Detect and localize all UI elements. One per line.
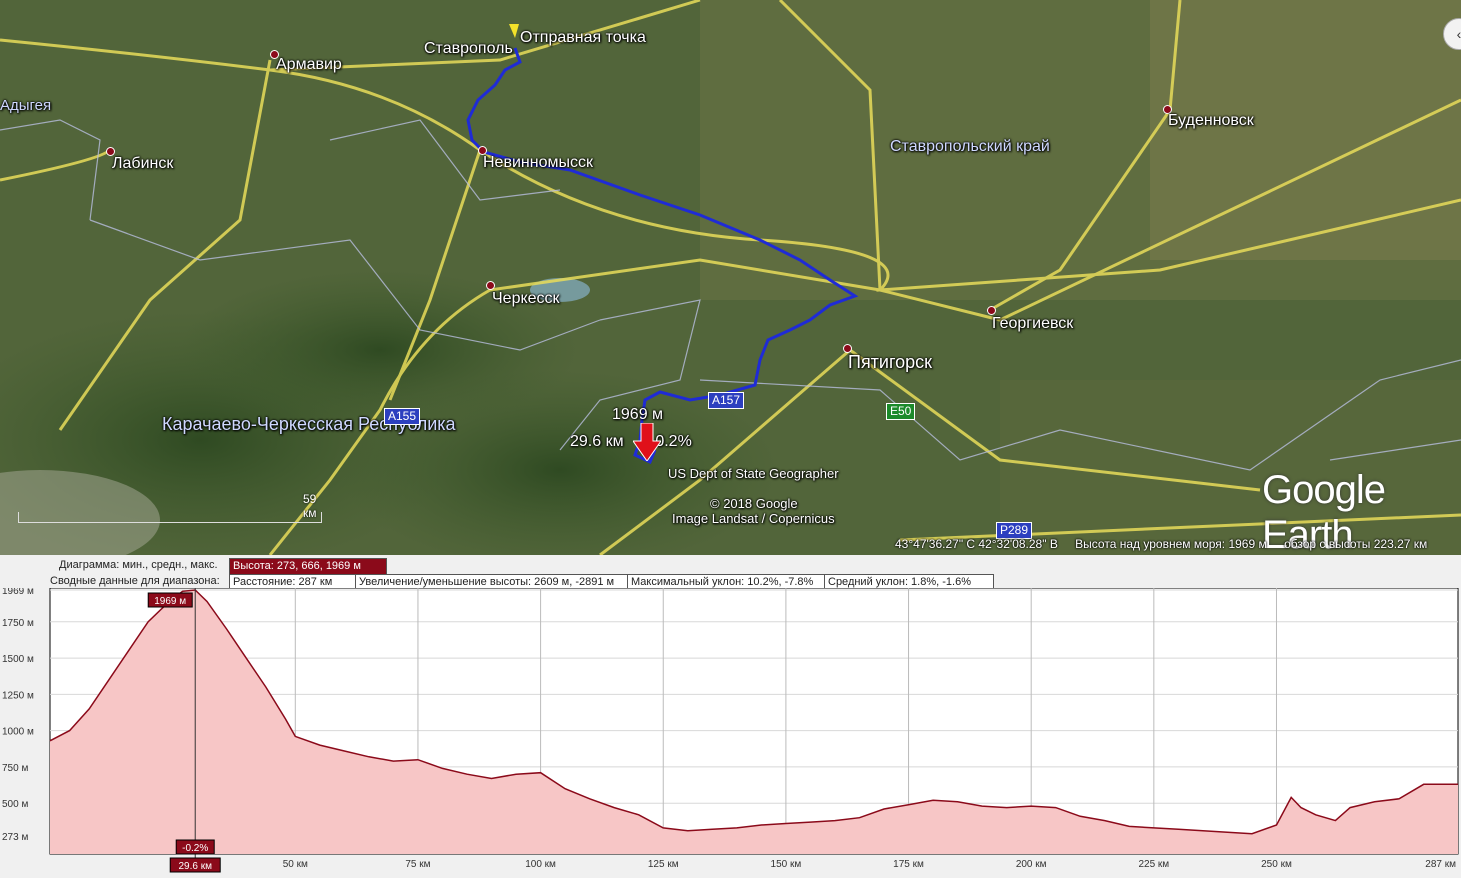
x-tick-label: 125 км [648, 859, 679, 870]
y-tick-label: 750 м [2, 763, 28, 774]
city-label: Невинномысск [483, 154, 593, 171]
svg-text:29.6 км: 29.6 км [178, 861, 212, 872]
cursor-distance-badge: 29.6 км [169, 857, 221, 873]
city-label: Пятигорск [848, 352, 933, 372]
svg-text:1969 м: 1969 м [154, 596, 186, 607]
city-label: Буденновск [1168, 112, 1254, 129]
x-tick-label: 100 км [525, 859, 556, 870]
city-marker[interactable] [987, 306, 996, 315]
cursor-distance-label: 29.6 км [570, 433, 624, 450]
road-shield: A157 [708, 392, 745, 409]
range-label: Сводные данные для диапазона: [50, 575, 220, 587]
cursor-arrow-icon [633, 423, 661, 461]
x-tick-label: 200 км [1016, 859, 1047, 870]
y-tick-label: 1969 м [2, 588, 34, 597]
cursor-slope-badge: -0.2% [175, 839, 215, 855]
y-tick-label: 500 м [2, 799, 28, 810]
y-tick-label: 273 м [2, 832, 28, 843]
x-tick-label: 150 км [771, 859, 802, 870]
elevation-chart[interactable]: 273 м 500 м 750 м 1000 м 1250 м 1500 м 1750 м 1… [0, 588, 1461, 878]
cursor-elevation-label: 1969 м [612, 406, 664, 423]
elevation-stats[interactable]: Высота: 273, 666, 1969 м [229, 558, 387, 575]
y-tick-label: 1250 м [2, 690, 34, 701]
city-label: Георгиевск [992, 315, 1074, 332]
city-label: Черкесск [492, 290, 560, 307]
coordinates-readout: 43°47'36.27" С 42°32'08.28" В [895, 537, 1058, 551]
x-tick-label: 250 км [1261, 859, 1292, 870]
map-view[interactable]: Армавир Ставрополь Отправная точка Лабин… [0, 0, 1461, 555]
road-shield: A155 [384, 408, 421, 425]
credit-text: © 2018 Google [710, 496, 798, 511]
elevation-profile-panel[interactable]: Диаграмма: мин., средн., макс. Высота: 2… [0, 555, 1461, 878]
x-tick-label: 50 км [283, 859, 308, 870]
y-tick-label: 1000 м [2, 727, 34, 738]
x-end-label: 287 км [1425, 859, 1456, 870]
region-label: Ставропольский край [890, 138, 1050, 155]
eye-altitude-readout: обзор с высоты 223.27 км [1284, 537, 1428, 551]
credit-text: Image Landsat / Copernicus [672, 511, 835, 526]
x-tick-label: 225 км [1138, 859, 1169, 870]
road-shield: E50 [886, 403, 916, 420]
status-bar: 43°47'36.27" С 42°32'08.28" В Высота над… [895, 537, 1441, 551]
start-marker-label: Отправная точка [520, 29, 646, 46]
credit-text: US Dept of State Geographer [668, 466, 839, 481]
y-tick-label: 1750 м [2, 618, 34, 629]
chart-type-label: Диаграмма: мин., средн., макс. [59, 559, 218, 571]
scale-bar: 59 км [18, 492, 322, 524]
city-label: Ставрополь [424, 40, 513, 57]
svg-text:-0.2%: -0.2% [182, 843, 208, 854]
city-label: Лабинск [112, 155, 174, 172]
x-tick-label: 175 км [893, 859, 924, 870]
y-tick-label: 1500 м [2, 654, 34, 665]
city-label: Армавир [276, 56, 342, 73]
city-marker[interactable] [486, 281, 495, 290]
cursor-elevation-badge: 1969 м [147, 592, 193, 608]
x-tick-label: 75 км [405, 859, 430, 870]
region-label: Адыгея [0, 97, 52, 114]
altitude-readout: Высота над уровнем моря: 1969 м [1075, 537, 1267, 551]
